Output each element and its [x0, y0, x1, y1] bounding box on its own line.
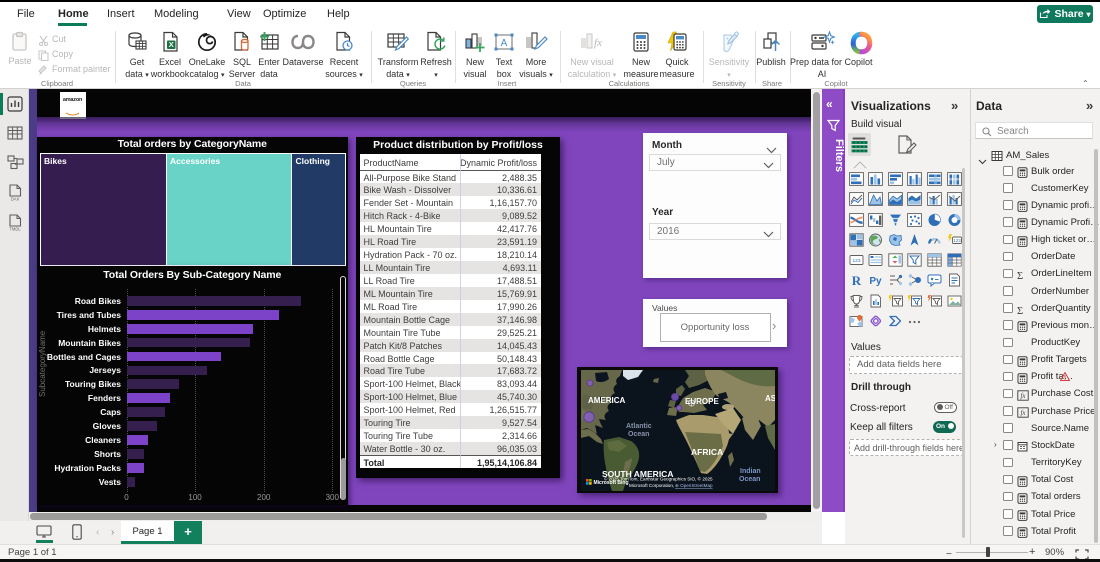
svg-text:Ocean: Ocean — [628, 431, 649, 438]
svg-text:TMDL: TMDL — [9, 226, 21, 231]
svg-text:R: R — [851, 273, 861, 287]
svg-text:Microsoft Bing: Microsoft Bing — [593, 480, 628, 486]
svg-text:EUROPE: EUROPE — [685, 397, 719, 406]
svg-text:fx: fx — [594, 37, 602, 49]
svg-text:AFRICA: AFRICA — [691, 447, 723, 457]
svg-text:123: 123 — [852, 258, 860, 264]
svg-text:Indian: Indian — [740, 468, 761, 475]
svg-text:fx: fx — [1020, 409, 1026, 417]
svg-text:X: X — [169, 40, 174, 49]
svg-text:Microsoft Corporation,: Microsoft Corporation, — [629, 483, 674, 488]
svg-text:fx: fx — [1020, 392, 1026, 400]
svg-text:AS: AS — [765, 394, 775, 403]
svg-text:DAX: DAX — [11, 196, 20, 201]
svg-text:Py: Py — [870, 276, 883, 287]
svg-text:123: 123 — [953, 238, 961, 243]
svg-text:Atlantic: Atlantic — [626, 423, 652, 430]
svg-text:Ocean: Ocean — [739, 476, 760, 483]
svg-text:AMERICA: AMERICA — [588, 396, 626, 405]
svg-text:⊕ OpenStreetMap: ⊕ OpenStreetMap — [675, 483, 713, 488]
